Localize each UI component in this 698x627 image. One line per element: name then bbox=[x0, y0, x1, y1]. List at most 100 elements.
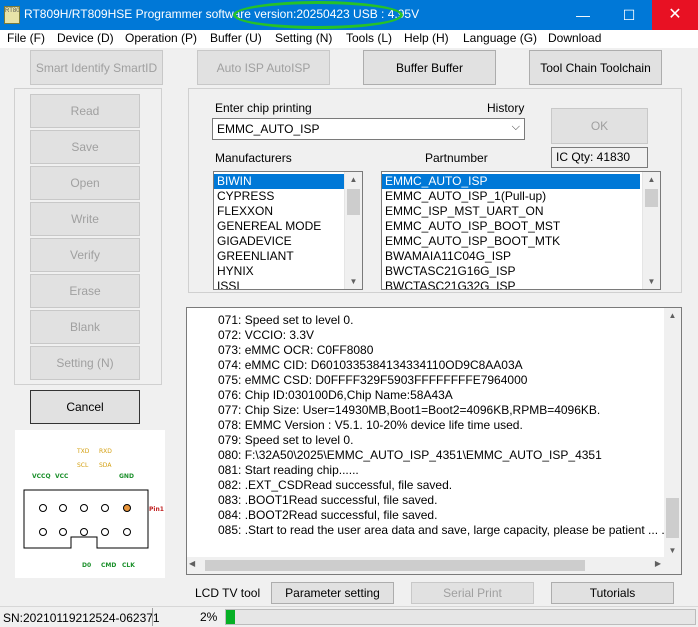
parameter-setting-button[interactable]: Parameter setting bbox=[271, 582, 394, 604]
partnumber-scrollbar[interactable]: ▲ ▼ bbox=[642, 172, 660, 289]
menu-buffer[interactable]: Buffer (U) bbox=[210, 31, 262, 45]
label-txd: TXD bbox=[76, 448, 90, 455]
pin bbox=[39, 528, 47, 536]
scroll-down-icon[interactable]: ▼ bbox=[664, 543, 681, 558]
list-item-manufacturer[interactable]: GIGADEVICE bbox=[214, 234, 362, 249]
pin bbox=[123, 528, 131, 536]
chip-combobox-value: EMMC_AUTO_ISP bbox=[217, 122, 320, 136]
chevron-down-icon: ⌵ bbox=[511, 121, 520, 133]
list-item-partnumber[interactable]: EMMC_ISP_MST_UART_ON bbox=[382, 204, 660, 219]
list-item-partnumber[interactable]: EMMC_AUTO_ISP bbox=[382, 174, 640, 189]
menu-download[interactable]: Download bbox=[548, 31, 601, 45]
label-cmd: CMD bbox=[101, 562, 116, 569]
log-line: 075: eMMC CSD: D0FFFF329F5903FFFFFFFFE79… bbox=[218, 373, 528, 387]
list-item-partnumber[interactable]: EMMC_AUTO_ISP_BOOT_MTK bbox=[382, 234, 660, 249]
menu-setting[interactable]: Setting (N) bbox=[275, 31, 332, 45]
minimize-button[interactable]: — bbox=[560, 0, 606, 30]
label-vcc: VCC bbox=[55, 473, 69, 480]
log-line: 077: Chip Size: User=14930MB,Boot1=Boot2… bbox=[218, 403, 601, 417]
auto-isp-button[interactable]: Auto ISP AutoISP bbox=[197, 50, 330, 85]
list-item-partnumber[interactable]: EMMC_AUTO_ISP_1(Pull-up) bbox=[382, 189, 660, 204]
close-button[interactable]: ✕ bbox=[652, 0, 698, 30]
scroll-corner bbox=[664, 557, 681, 574]
verify-button[interactable]: Verify bbox=[30, 238, 140, 272]
scroll-up-icon[interactable]: ▲ bbox=[345, 172, 362, 187]
menu-file[interactable]: File (F) bbox=[7, 31, 45, 45]
scroll-thumb[interactable] bbox=[205, 560, 585, 571]
menu-operation[interactable]: Operation (P) bbox=[125, 31, 197, 45]
maximize-button[interactable]: ☐ bbox=[606, 0, 652, 30]
ok-button[interactable]: OK bbox=[551, 108, 648, 144]
scroll-up-icon[interactable]: ▲ bbox=[643, 172, 660, 187]
log-line: 073: eMMC OCR: C0FF8080 bbox=[218, 343, 374, 357]
open-button[interactable]: Open bbox=[30, 166, 140, 200]
serial-print-button[interactable]: Serial Print bbox=[411, 582, 534, 604]
list-item-manufacturer[interactable]: HYNIX bbox=[214, 264, 362, 279]
scroll-down-icon[interactable]: ▼ bbox=[643, 274, 660, 289]
log-line: 080: F:\32A50\2025\EMMC_AUTO_ISP_4351\EM… bbox=[218, 448, 602, 462]
label-vccq: VCCQ bbox=[32, 473, 51, 480]
log-horizontal-scrollbar[interactable]: ◀ ▶ bbox=[187, 557, 664, 574]
log-output[interactable]: 071: Speed set to level 0. 072: VCCIO: 3… bbox=[186, 307, 682, 575]
pin bbox=[39, 504, 47, 512]
chip-combobox[interactable]: EMMC_AUTO_ISP ⌵ bbox=[212, 118, 525, 140]
menu-tools[interactable]: Tools (L) bbox=[346, 31, 392, 45]
pin bbox=[59, 504, 67, 512]
log-line: 072: VCCIO: 3.3V bbox=[218, 328, 315, 342]
log-line: 078: EMMC Version : V5.1. 10-20% device … bbox=[218, 418, 523, 432]
list-item-partnumber[interactable]: BWCTASC21G32G_ISP bbox=[382, 279, 660, 289]
scroll-down-icon[interactable]: ▼ bbox=[345, 274, 362, 289]
log-line: 082: .EXT_CSDRead successful, file saved… bbox=[218, 478, 453, 492]
save-button[interactable]: Save bbox=[30, 130, 140, 164]
log-line: 074: eMMC CID: D6010335384134334110OD9C8… bbox=[218, 358, 523, 372]
list-item-manufacturer[interactable]: FLEXXON bbox=[214, 204, 362, 219]
write-button[interactable]: Write bbox=[30, 202, 140, 236]
blank-button[interactable]: Blank bbox=[30, 310, 140, 344]
partnumber-label: Partnumber bbox=[425, 151, 488, 165]
cancel-button[interactable]: Cancel bbox=[30, 390, 140, 424]
scroll-thumb[interactable] bbox=[347, 189, 360, 215]
label-clk: CLK bbox=[122, 562, 135, 569]
menu-bar: File (F) Device (D) Operation (P) Buffer… bbox=[0, 30, 698, 48]
list-item-partnumber[interactable]: EMMC_AUTO_ISP_BOOT_MST bbox=[382, 219, 660, 234]
manufacturers-scrollbar[interactable]: ▲ ▼ bbox=[344, 172, 362, 289]
list-item-manufacturer[interactable]: GENEREAL MODE bbox=[214, 219, 362, 234]
progress-fill bbox=[226, 610, 236, 624]
scroll-left-icon[interactable]: ◀ bbox=[189, 559, 195, 568]
pin bbox=[59, 528, 67, 536]
toolchain-button[interactable]: Tool Chain Toolchain bbox=[529, 50, 662, 85]
progress-percent: 2% bbox=[200, 610, 218, 624]
ic-qty-field: IC Qty: 41830 bbox=[551, 147, 648, 168]
list-item-manufacturer[interactable]: ISSI bbox=[214, 279, 362, 289]
label-scl: SCL bbox=[77, 462, 89, 469]
buffer-button[interactable]: Buffer Buffer bbox=[363, 50, 496, 85]
menu-device[interactable]: Device (D) bbox=[57, 31, 114, 45]
list-item-manufacturer[interactable]: BIWIN bbox=[214, 174, 362, 189]
pin bbox=[101, 504, 109, 512]
smart-identify-button[interactable]: Smart Identify SmartID bbox=[30, 50, 163, 85]
log-vertical-scrollbar[interactable]: ▲ ▼ bbox=[664, 308, 681, 558]
partnumber-list[interactable]: EMMC_AUTO_ISP EMMC_AUTO_ISP_1(Pull-up) E… bbox=[381, 171, 661, 290]
read-button[interactable]: Read bbox=[30, 94, 140, 128]
list-item-partnumber[interactable]: BWCTASC21G16G_ISP bbox=[382, 264, 660, 279]
log-line: 084: .BOOT2Read successful, file saved. bbox=[218, 508, 438, 522]
manufacturers-list[interactable]: BIWIN CYPRESS FLEXXON GENEREAL MODE GIGA… bbox=[213, 171, 363, 290]
app-icon: RT809 bbox=[4, 6, 20, 24]
scroll-thumb[interactable] bbox=[645, 189, 658, 207]
enter-chip-label: Enter chip printing bbox=[215, 101, 312, 115]
list-item-manufacturer[interactable]: CYPRESS bbox=[214, 189, 362, 204]
list-item-partnumber[interactable]: BWAMAIA11C04G_ISP bbox=[382, 249, 660, 264]
erase-button[interactable]: Erase bbox=[30, 274, 140, 308]
setting-button[interactable]: Setting (N) bbox=[30, 346, 140, 380]
list-item-manufacturer[interactable]: GREENLIANT bbox=[214, 249, 362, 264]
manufacturers-label: Manufacturers bbox=[215, 151, 292, 165]
log-line: 085: .Start to read the user area data a… bbox=[218, 523, 672, 537]
menu-language[interactable]: Language (G) bbox=[463, 31, 537, 45]
tutorials-button[interactable]: Tutorials bbox=[551, 582, 674, 604]
scroll-thumb[interactable] bbox=[666, 498, 679, 538]
emmc-connector-diagram: TXD RXD SCL SDA VCCQ VCC GND Pin1 D0 CMD… bbox=[15, 430, 165, 578]
pin bbox=[80, 528, 88, 536]
scroll-right-icon[interactable]: ▶ bbox=[655, 559, 661, 568]
scroll-up-icon[interactable]: ▲ bbox=[664, 308, 681, 323]
menu-help[interactable]: Help (H) bbox=[404, 31, 449, 45]
